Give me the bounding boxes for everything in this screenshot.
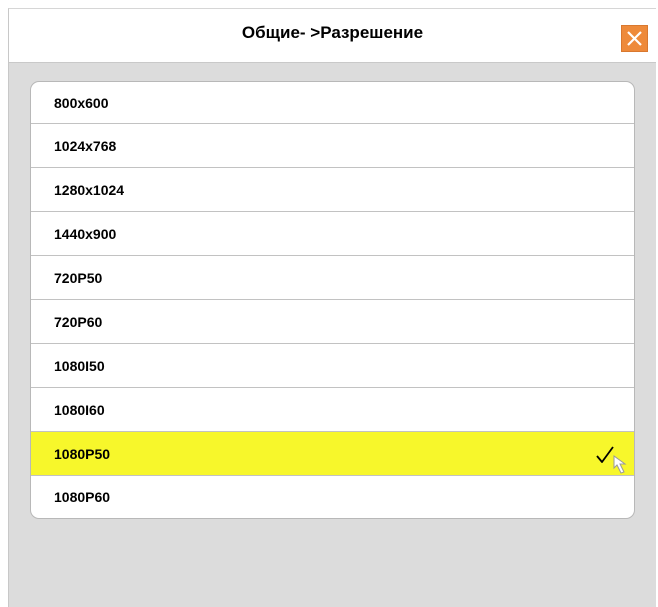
resolution-item-800x600[interactable]: 800x600 [31, 82, 634, 124]
resolution-label: 1440x900 [54, 225, 117, 242]
resolution-item-1080p50[interactable]: 1080P50 [31, 432, 634, 476]
close-icon [627, 31, 642, 46]
resolution-item-1080i50[interactable]: 1080I50 [31, 344, 634, 388]
pointer-cursor-icon [613, 455, 627, 474]
resolution-label: 1080P50 [54, 445, 111, 462]
resolution-label: 720P50 [54, 269, 103, 286]
resolution-item-1280x1024[interactable]: 1280x1024 [31, 168, 634, 212]
resolution-item-1024x768[interactable]: 1024x768 [31, 124, 634, 168]
resolution-label: 720P60 [54, 313, 103, 330]
resolution-item-1080i60[interactable]: 1080I60 [31, 388, 634, 432]
resolution-label: 1280x1024 [54, 181, 125, 198]
resolution-item-720p60[interactable]: 720P60 [31, 300, 634, 344]
resolution-item-720p50[interactable]: 720P50 [31, 256, 634, 300]
resolution-label: 1024x768 [54, 137, 117, 154]
resolution-label: 1080P60 [54, 489, 111, 505]
resolution-list: 800x600 1024x768 1280x1024 1440x900 720P… [30, 81, 635, 519]
resolution-dialog: Общие- >Разрешение 800x600 1024x768 1280… [8, 8, 656, 607]
resolution-label: 1080I60 [54, 401, 105, 418]
resolution-item-1440x900[interactable]: 1440x900 [31, 212, 634, 256]
resolution-label: 800x600 [54, 94, 109, 111]
dialog-title: Общие- >Разрешение [241, 23, 424, 42]
close-button[interactable] [621, 25, 648, 52]
resolution-item-1080p60[interactable]: 1080P60 [31, 476, 634, 518]
title-bar: Общие- >Разрешение [9, 9, 656, 63]
resolution-label: 1080I50 [54, 357, 105, 374]
